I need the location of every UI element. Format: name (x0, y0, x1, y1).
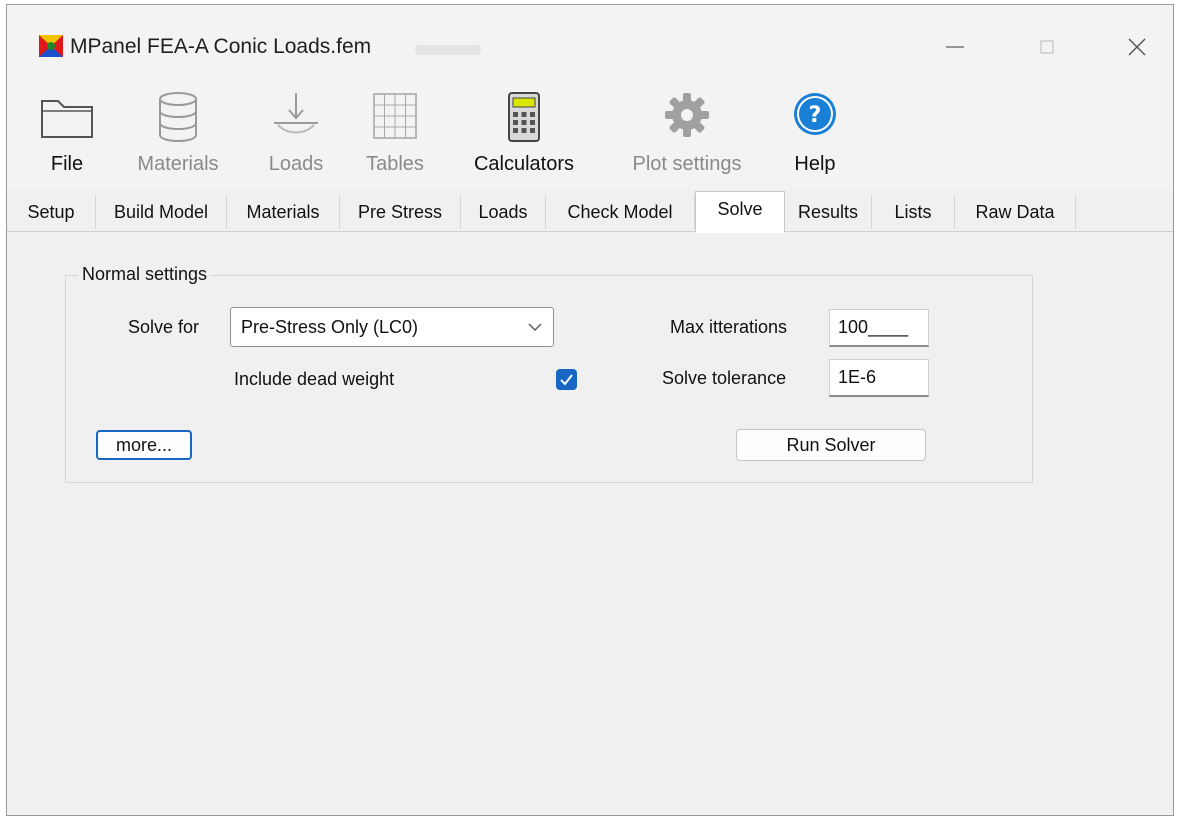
max-iterations-field[interactable]: 100____ (829, 309, 929, 347)
title-bar: MPanel FEA-A Conic Loads.fem (7, 5, 1173, 77)
table-grid-icon (373, 93, 417, 139)
normal-settings-title: Normal settings (78, 264, 212, 285)
tab-lists[interactable]: Lists (872, 195, 955, 229)
toolbar-help-label: Help (794, 153, 836, 175)
toolbar-materials-label: Materials (137, 153, 219, 175)
tab-setup[interactable]: Setup (7, 195, 96, 229)
close-button[interactable] (1107, 27, 1167, 67)
toolbar-plot-settings-label: Plot settings (632, 153, 742, 175)
solve-tolerance-label: Solve tolerance (662, 368, 787, 388)
toolbar-tables-label: Tables (366, 153, 424, 175)
run-solver-button[interactable]: Run Solver (736, 429, 926, 461)
toolbar-file-button[interactable]: File (29, 77, 105, 189)
toolbar-tables-button[interactable]: Tables (355, 77, 435, 189)
tab-check-model[interactable]: Check Model (546, 195, 695, 229)
normal-settings-group: Normal settings Solve for Pre-Stress Onl… (65, 264, 1033, 483)
dead-weight-checkbox[interactable] (556, 369, 577, 390)
load-arrow-icon (274, 93, 318, 134)
solve-for-label: Solve for (128, 317, 200, 337)
folder-icon (41, 100, 93, 138)
toolbar-loads-label: Loads (268, 153, 324, 175)
toolbar-help-button[interactable]: ? Help (779, 77, 851, 189)
toolbar-plot-settings-button[interactable]: Plot settings (613, 77, 761, 189)
dead-weight-label: Include dead weight (234, 369, 395, 389)
minimize-button[interactable] (925, 27, 985, 67)
database-icon (159, 92, 197, 142)
solve-for-value: Pre-Stress Only (LC0) (241, 317, 419, 337)
app-logo-icon (39, 35, 63, 57)
help-icon: ? (794, 93, 836, 135)
toolbar-file-label: File (50, 153, 84, 175)
calculator-icon (508, 92, 540, 142)
app-window: MPanel FEA-A Conic Loads.fem File Materi… (6, 4, 1174, 816)
chevron-down-icon (528, 323, 542, 331)
maximize-button[interactable] (1017, 27, 1077, 67)
svg-text:?: ? (809, 103, 822, 128)
toolbar-materials-button[interactable]: Materials (123, 77, 233, 189)
solve-panel: Normal settings Solve for Pre-Stress Onl… (7, 232, 1173, 815)
close-icon (1128, 38, 1146, 56)
toolbar-calculators-label: Calculators (473, 153, 575, 175)
gear-icon (665, 93, 709, 137)
minimize-icon (946, 46, 964, 48)
tab-build-model[interactable]: Build Model (96, 195, 227, 229)
toolbar-loads-button[interactable]: Loads (251, 77, 341, 189)
checkmark-icon (560, 374, 573, 386)
solve-for-dropdown[interactable]: Pre-Stress Only (LC0) (230, 307, 554, 347)
tab-pre-stress[interactable]: Pre Stress (340, 195, 461, 229)
maximize-icon (1040, 40, 1054, 54)
solve-tolerance-field[interactable]: 1E-6 (829, 359, 929, 397)
max-iterations-label: Max itterations (670, 317, 788, 337)
tab-solve[interactable]: Solve (695, 191, 785, 233)
toolbar-calculators-button[interactable]: Calculators (457, 77, 591, 189)
more-button[interactable]: more... (96, 430, 192, 460)
title-redacted-area (415, 45, 481, 55)
tab-results[interactable]: Results (785, 195, 872, 229)
tab-materials[interactable]: Materials (227, 195, 340, 229)
tab-bar: Setup Build Model Materials Pre Stress L… (7, 189, 1173, 233)
main-toolbar: File Materials Loads Tables Calculators … (7, 77, 1173, 189)
window-title: MPanel FEA-A Conic Loads.fem (70, 35, 372, 58)
tab-loads[interactable]: Loads (461, 195, 546, 229)
tab-raw-data[interactable]: Raw Data (955, 195, 1076, 229)
